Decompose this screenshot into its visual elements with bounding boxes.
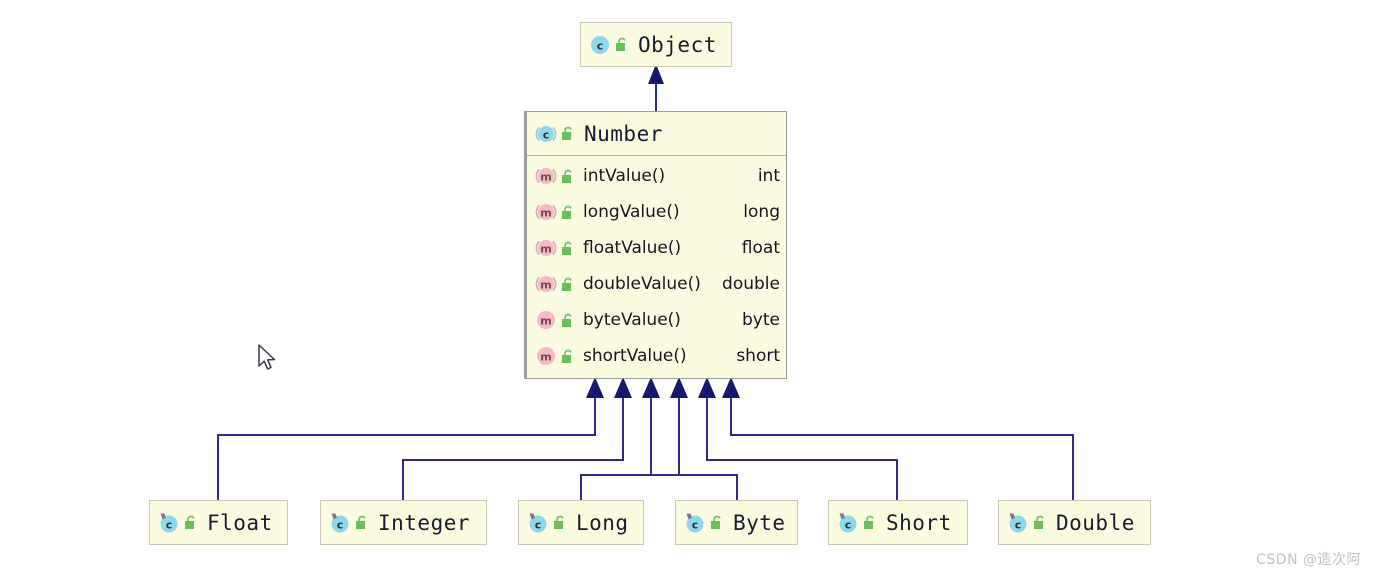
member-row[interactable]: m byteValue() byte: [527, 302, 786, 338]
svg-text:m: m: [540, 243, 551, 256]
class-node-header: c Integer: [321, 501, 486, 544]
abstract-class-icon: c: [535, 123, 557, 145]
member-return-type-label: long: [743, 202, 780, 222]
svg-text:c: c: [543, 128, 550, 141]
final-class-icon: c: [684, 512, 706, 534]
class-icon: c: [589, 34, 611, 56]
public-lock-icon: [560, 348, 575, 365]
svg-text:c: c: [845, 518, 852, 531]
class-node-long[interactable]: c Long: [518, 500, 644, 545]
uml-class-diagram: c Object c Number m intValue() int m lon…: [0, 0, 1375, 577]
member-return-type-label: short: [736, 346, 780, 366]
svg-text:m: m: [540, 351, 551, 364]
class-name-label: Double: [1056, 510, 1135, 535]
method-icon: m: [535, 345, 557, 367]
class-name-label: Integer: [378, 510, 471, 535]
class-name-label: Long: [576, 510, 629, 535]
member-name-label: doubleValue(): [583, 274, 701, 294]
public-lock-icon: [1032, 514, 1047, 531]
class-name-label: Short: [886, 510, 952, 535]
svg-text:m: m: [540, 315, 551, 328]
member-row[interactable]: m doubleValue() double: [527, 266, 786, 302]
svg-text:c: c: [337, 518, 344, 531]
public-lock-icon: [560, 240, 575, 257]
class-node-header: c Long: [519, 501, 643, 544]
member-name-label: floatValue(): [583, 238, 682, 258]
class-node-number[interactable]: c Number m intValue() int m longValue() long m…: [524, 111, 787, 379]
abstract-method-icon: m: [535, 273, 557, 295]
final-class-icon: c: [1007, 512, 1029, 534]
class-node-integer[interactable]: c Integer: [320, 500, 487, 545]
class-node-header: c Double: [999, 501, 1150, 544]
member-return-type-label: float: [741, 238, 780, 258]
class-node-header: c Float: [150, 501, 287, 544]
abstract-method-icon: m: [535, 165, 557, 187]
class-name-label: Float: [207, 510, 273, 535]
class-node-header: c Short: [829, 501, 967, 544]
public-lock-icon: [183, 514, 198, 531]
connector-double-to-number: [722, 377, 1074, 500]
connector-short-to-number: [698, 377, 898, 500]
final-class-icon: c: [329, 512, 351, 534]
abstract-method-icon: m: [535, 201, 557, 223]
member-name-label: shortValue(): [583, 346, 687, 366]
svg-text:m: m: [540, 279, 551, 292]
class-node-float[interactable]: c Float: [149, 500, 288, 545]
member-name-label: longValue(): [583, 202, 680, 222]
public-lock-icon: [614, 36, 629, 53]
class-node-byte[interactable]: c Byte: [675, 500, 798, 545]
member-return-type-label: double: [722, 274, 780, 294]
class-node-header: c Number: [527, 112, 786, 156]
class-node-header: c Object: [581, 23, 731, 66]
final-class-icon: c: [158, 512, 180, 534]
abstract-method-icon: m: [535, 237, 557, 259]
public-lock-icon: [709, 514, 724, 531]
class-node-object[interactable]: c Object: [580, 22, 732, 67]
final-class-icon: c: [837, 512, 859, 534]
public-lock-icon: [560, 312, 575, 329]
svg-text:m: m: [540, 171, 551, 184]
member-name-label: intValue(): [583, 166, 666, 186]
member-name-label: byteValue(): [583, 310, 681, 330]
member-return-type-label: byte: [742, 310, 780, 330]
member-return-type-label: int: [757, 166, 780, 186]
connector-long-to-number: [580, 377, 688, 500]
connector-byte-to-number: [642, 377, 738, 500]
class-name-label: Byte: [733, 510, 786, 535]
member-row[interactable]: m intValue() int: [527, 158, 786, 194]
member-row[interactable]: m longValue() long: [527, 194, 786, 230]
public-lock-icon: [862, 514, 877, 531]
connector-number-to-object: [648, 64, 664, 111]
member-row[interactable]: m floatValue() float: [527, 230, 786, 266]
member-list: m intValue() int m longValue() long m floatValu…: [527, 156, 786, 378]
public-lock-icon: [552, 514, 567, 531]
connector-integer-to-number: [402, 377, 632, 500]
svg-text:c: c: [692, 518, 699, 531]
svg-text:m: m: [540, 207, 551, 220]
svg-text:c: c: [535, 518, 542, 531]
public-lock-icon: [354, 514, 369, 531]
public-lock-icon: [560, 125, 575, 142]
class-node-double[interactable]: c Double: [998, 500, 1151, 545]
public-lock-icon: [560, 204, 575, 221]
class-name-label: Object: [638, 32, 717, 57]
public-lock-icon: [560, 276, 575, 293]
class-node-header: c Byte: [676, 501, 797, 544]
class-name-label: Number: [584, 121, 663, 146]
mouse-cursor-arrow-pointer-icon: [257, 344, 277, 376]
connector-float-to-number: [217, 377, 604, 500]
svg-text:c: c: [597, 39, 604, 52]
svg-text:c: c: [166, 518, 173, 531]
svg-text:c: c: [1015, 518, 1022, 531]
method-icon: m: [535, 309, 557, 331]
class-node-short[interactable]: c Short: [828, 500, 968, 545]
public-lock-icon: [560, 168, 575, 185]
final-class-icon: c: [527, 512, 549, 534]
member-row[interactable]: m shortValue() short: [527, 338, 786, 374]
watermark-label: CSDN @造次阿: [1256, 552, 1361, 568]
